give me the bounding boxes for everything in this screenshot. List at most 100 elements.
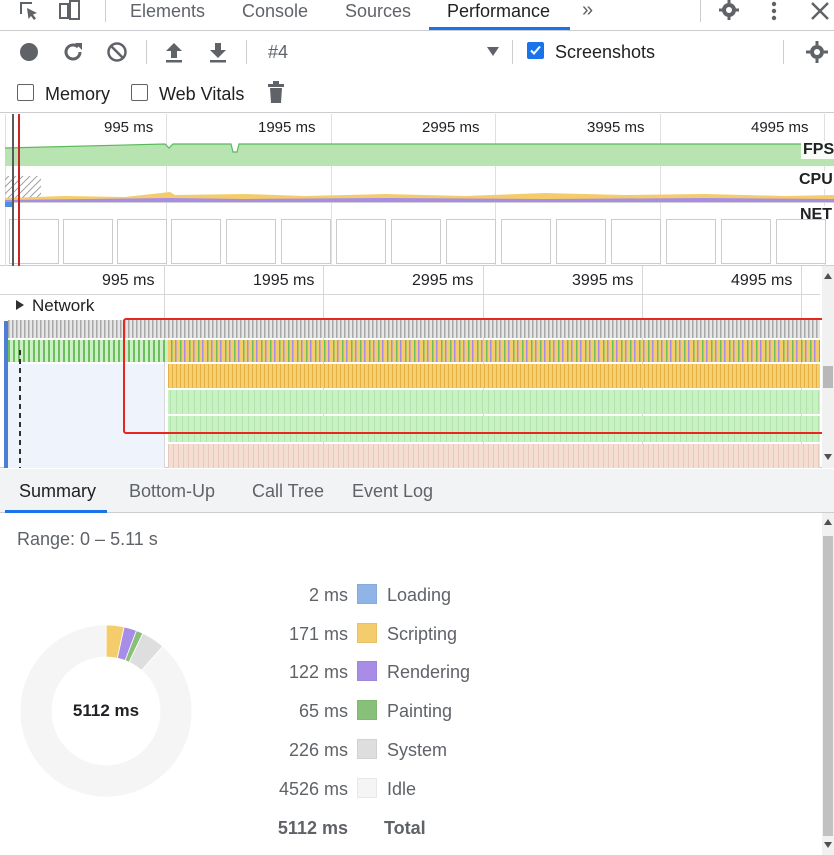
reload-icon[interactable] [61,40,85,64]
flame-tick: 3995 ms [572,272,634,289]
scroll-down-arrow-icon[interactable] [823,452,833,462]
active-tab-indicator [429,27,570,30]
memory-label[interactable]: Memory [45,84,110,105]
screenshot-frame [117,219,167,264]
screenshot-frame [9,219,59,264]
loading-value: 2 ms [308,585,348,605]
screenshot-frame [226,219,276,264]
rendering-label: Rendering [387,662,471,682]
network-track-label[interactable]: Network [32,296,94,316]
tab-separator [700,0,701,22]
screenshot-frame [63,219,113,264]
flame-header-divider [0,294,820,295]
cpu-lane-graph [5,176,834,202]
fps-lane-graph [5,143,834,166]
details-tab-bar: Summary Bottom-Up Call Tree Event Log [0,469,834,513]
system-value: 226 ms [288,740,348,760]
toolbar-separator [146,40,147,64]
summary-scroll-thumb[interactable] [823,536,833,836]
settings-gear-icon[interactable] [717,0,741,22]
recording-select[interactable]: #4 [268,42,288,63]
overview-tick: 3995 ms [587,119,645,136]
summary-scroll-down-icon[interactable] [823,840,833,850]
scroll-up-arrow-icon[interactable] [823,271,833,281]
flame-chart[interactable]: 995 ms 1995 ms 2995 ms 3995 ms 4995 ms N… [0,266,834,468]
summary-donut-total: 5112 ms [72,701,140,720]
performance-toolbar: #4 Screenshots [0,31,834,73]
total-label: Total [384,818,426,838]
scripting-label: Scripting [387,624,458,644]
painting-value: 65 ms [298,701,348,721]
toolbar-separator [246,40,247,64]
checkmark-icon [530,45,541,55]
summary-panel: Range: 0 – 5.11 s 5112 ms 2 ms Loading 1… [0,513,834,855]
system-swatch [357,739,377,759]
tab-bottom-up[interactable]: Bottom-Up [129,481,215,502]
more-vert-icon[interactable] [762,0,786,22]
screenshots-filmstrip [5,217,834,265]
timeline-overview[interactable]: 995 ms 1995 ms 2995 ms 3995 ms 4995 ms F… [0,114,834,266]
overview-tick: 1995 ms [258,119,316,136]
more-tabs-button[interactable]: » [582,0,593,31]
painting-label: Painting [387,701,453,721]
screenshots-checkbox[interactable] [527,42,544,59]
close-icon[interactable] [808,0,832,22]
clear-icon[interactable] [105,40,129,64]
loading-swatch [357,584,377,604]
expand-triangle-icon[interactable] [15,300,25,310]
flame-tick: 995 ms [102,272,155,289]
screenshot-frame [171,219,221,264]
screenshot-frame [336,219,386,264]
trash-icon[interactable] [266,81,286,105]
upload-icon[interactable] [162,40,186,64]
overview-tick: 2995 ms [422,119,480,136]
screenshot-frame [611,219,661,264]
screenshot-frame [666,219,716,264]
overview-tick: 995 ms [104,119,154,136]
capture-settings-gear-icon[interactable] [805,40,829,64]
tab-event-log[interactable]: Event Log [352,481,433,502]
screenshots-label[interactable]: Screenshots [555,42,655,63]
flame-scroll-thumb[interactable] [823,366,833,388]
device-toolbar-icon[interactable] [57,0,81,22]
screenshot-frame [391,219,441,264]
tab-separator [105,0,106,22]
screenshot-frame [721,219,771,264]
overview-tick: 4995 ms [751,119,809,136]
rendering-value: 122 ms [288,662,348,682]
selection-handle-left[interactable] [12,114,14,266]
tab-sources[interactable]: Sources [345,0,411,31]
loading-label: Loading [387,585,452,605]
flame-tick: 4995 ms [731,272,793,289]
tab-elements[interactable]: Elements [130,0,205,31]
selection-marker [18,114,20,266]
flame-tick: 2995 ms [412,272,474,289]
idle-value: 4526 ms [278,779,348,799]
scripting-swatch [357,623,377,643]
screenshot-frame [776,219,826,264]
tab-call-tree[interactable]: Call Tree [252,481,324,502]
download-icon[interactable] [206,40,230,64]
memory-checkbox[interactable] [17,84,34,101]
dropdown-arrow-icon[interactable] [486,45,500,57]
idle-swatch [357,778,377,798]
rendering-swatch [357,661,377,681]
toolbar-separator [783,40,784,64]
web-vitals-label[interactable]: Web Vitals [159,84,244,105]
toolbar-separator [512,40,513,64]
tab-console[interactable]: Console [242,0,308,31]
devtools-tab-bar: Elements Console Sources Performance » [0,0,834,31]
inspect-element-icon[interactable] [17,0,41,22]
scripting-value: 171 ms [288,624,348,644]
web-vitals-checkbox[interactable] [131,84,148,101]
cpu-lane-label: CPU [797,171,834,189]
record-icon[interactable] [17,40,41,64]
fps-lane-label: FPS [801,141,834,159]
tab-summary[interactable]: Summary [19,481,96,502]
painting-swatch [357,700,377,720]
screenshot-frame [556,219,606,264]
capture-options-row: Memory Web Vitals [0,73,834,113]
summary-scroll-up-icon[interactable] [823,517,833,527]
screenshot-frame [446,219,496,264]
idle-label: Idle [387,779,417,799]
